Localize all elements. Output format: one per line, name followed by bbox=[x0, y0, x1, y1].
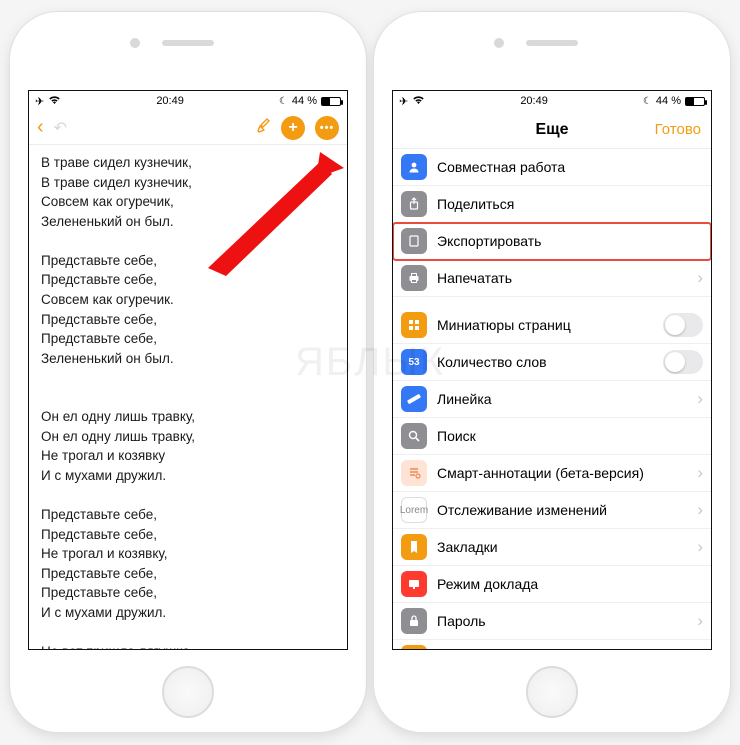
format-brush-button[interactable] bbox=[255, 118, 271, 137]
row-collaborate[interactable]: Совместная работа bbox=[393, 149, 711, 186]
row-bookmarks[interactable]: Закладки › bbox=[393, 529, 711, 566]
row-smart-annotations[interactable]: Смарт-аннотации (бета-версия) › bbox=[393, 455, 711, 492]
status-time: 20:49 bbox=[520, 95, 548, 107]
export-icon bbox=[401, 228, 427, 254]
row-label: Линейка bbox=[437, 391, 691, 407]
track-changes-icon: Lorem bbox=[401, 497, 427, 523]
row-label: Экспортировать bbox=[437, 233, 703, 249]
row-share[interactable]: Поделиться bbox=[393, 186, 711, 223]
status-bar: ✈ 20:49 ☾ 44 % bbox=[29, 91, 347, 111]
row-label: Напечатать bbox=[437, 270, 691, 286]
airplane-icon: ✈ bbox=[399, 95, 408, 108]
wordcount-icon: 53 bbox=[401, 349, 427, 375]
back-button[interactable]: ‹ bbox=[37, 116, 44, 139]
row-label: Поиск bbox=[437, 428, 703, 444]
row-label: Закладки bbox=[437, 539, 691, 555]
thumbnails-icon bbox=[401, 312, 427, 338]
dnd-moon-icon: ☾ bbox=[279, 96, 288, 107]
row-label: Миниатюры страниц bbox=[437, 317, 663, 333]
smart-annotation-icon bbox=[401, 460, 427, 486]
row-label: Режим доклада bbox=[437, 576, 703, 592]
row-presenter[interactable]: Режим доклада bbox=[393, 566, 711, 603]
row-track-changes[interactable]: Lorem Отслеживание изменений › bbox=[393, 492, 711, 529]
wifi-icon bbox=[48, 95, 61, 108]
menu-list: Совместная работа Поделиться Экспортиров… bbox=[393, 149, 711, 649]
toggle-off[interactable] bbox=[663, 350, 703, 374]
row-publish[interactable]: Опубликовать в Apple Books › bbox=[393, 640, 711, 649]
row-ruler[interactable]: Линейка › bbox=[393, 381, 711, 418]
row-label: Совместная работа bbox=[437, 159, 703, 175]
battery-percent: 44 % bbox=[656, 95, 681, 107]
ruler-icon bbox=[401, 386, 427, 412]
row-search[interactable]: Поиск bbox=[393, 418, 711, 455]
dnd-moon-icon: ☾ bbox=[643, 96, 652, 107]
row-print[interactable]: Напечатать › bbox=[393, 260, 711, 297]
person-icon bbox=[401, 154, 427, 180]
presenter-icon bbox=[401, 571, 427, 597]
search-icon bbox=[401, 423, 427, 449]
battery-icon bbox=[685, 97, 705, 106]
airplane-icon: ✈ bbox=[35, 95, 44, 108]
toggle-off[interactable] bbox=[663, 313, 703, 337]
home-button[interactable] bbox=[526, 666, 578, 718]
status-time: 20:49 bbox=[156, 95, 184, 107]
chevron-icon: › bbox=[697, 463, 703, 483]
chevron-icon: › bbox=[697, 648, 703, 649]
row-label: Смарт-аннотации (бета-версия) bbox=[437, 465, 691, 481]
row-label: Отслеживание изменений bbox=[437, 502, 691, 518]
screen-right: ✈ 20:49 ☾ 44 % Еще Готово Совместная раб… bbox=[392, 90, 712, 650]
phone-right: ✈ 20:49 ☾ 44 % Еще Готово Совместная раб… bbox=[374, 12, 730, 732]
menu-header: Еще Готово bbox=[393, 111, 711, 149]
battery-percent: 44 % bbox=[292, 95, 317, 107]
row-label: Поделиться bbox=[437, 196, 703, 212]
row-label: Пароль bbox=[437, 613, 691, 629]
lock-icon bbox=[401, 608, 427, 634]
chevron-icon: › bbox=[697, 268, 703, 288]
row-wordcount[interactable]: 53 Количество слов bbox=[393, 344, 711, 381]
document-body[interactable]: В траве сидел кузнечик, В траве сидел ку… bbox=[29, 145, 347, 649]
row-export[interactable]: Экспортировать bbox=[393, 223, 711, 260]
bookmark-icon bbox=[401, 534, 427, 560]
chevron-icon: › bbox=[697, 611, 703, 631]
more-button[interactable]: ••• bbox=[315, 116, 339, 140]
chevron-icon: › bbox=[697, 537, 703, 557]
chevron-icon: › bbox=[697, 389, 703, 409]
editor-toolbar: ‹ ↶ + ••• bbox=[29, 111, 347, 145]
row-thumbnails[interactable]: Миниатюры страниц bbox=[393, 307, 711, 344]
share-icon bbox=[401, 191, 427, 217]
status-bar: ✈ 20:49 ☾ 44 % bbox=[393, 91, 711, 111]
wifi-icon bbox=[412, 95, 425, 108]
done-button[interactable]: Готово bbox=[655, 121, 701, 138]
menu-title: Еще bbox=[535, 121, 568, 139]
books-icon bbox=[401, 645, 427, 649]
add-button[interactable]: + bbox=[281, 116, 305, 140]
row-password[interactable]: Пароль › bbox=[393, 603, 711, 640]
undo-button[interactable]: ↶ bbox=[54, 118, 67, 138]
row-label: Количество слов bbox=[437, 354, 663, 370]
home-button[interactable] bbox=[162, 666, 214, 718]
battery-icon bbox=[321, 97, 341, 106]
phone-left: ✈ 20:49 ☾ 44 % ‹ ↶ + ••• bbox=[10, 12, 366, 732]
print-icon bbox=[401, 265, 427, 291]
screen-left: ✈ 20:49 ☾ 44 % ‹ ↶ + ••• bbox=[28, 90, 348, 650]
chevron-icon: › bbox=[697, 500, 703, 520]
